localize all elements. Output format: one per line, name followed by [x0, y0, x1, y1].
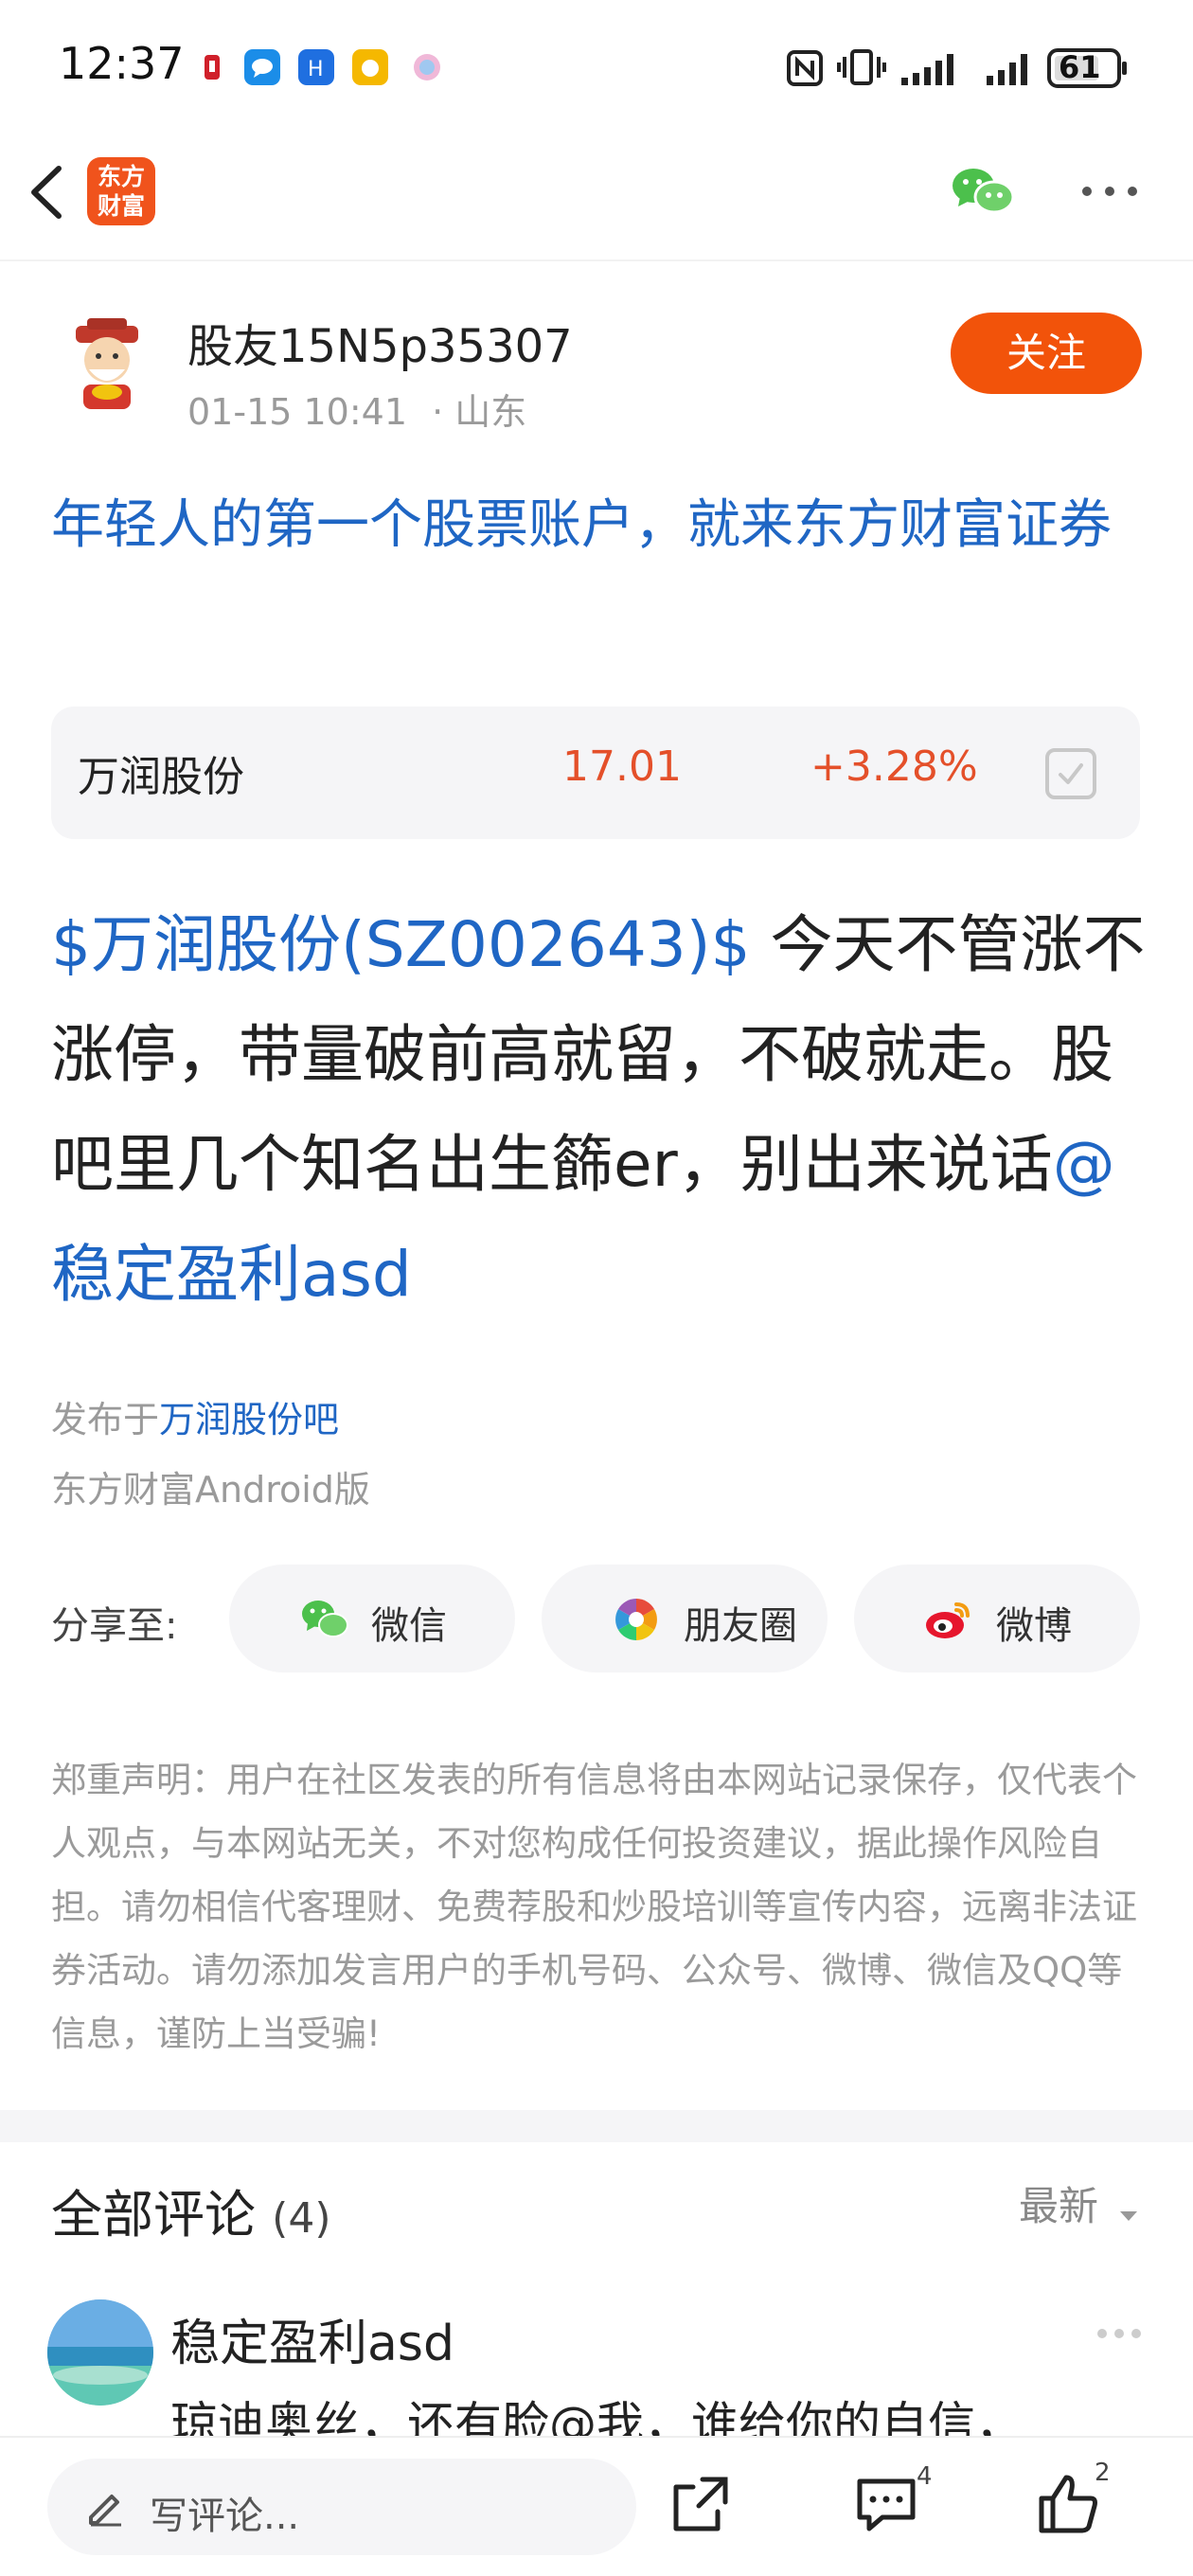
wechat-icon: [299, 1597, 348, 1642]
comment-count-badge: 4: [917, 2462, 933, 2491]
commenter-avatar[interactable]: [47, 2299, 153, 2406]
battery-level: 61: [1059, 49, 1101, 85]
stock-name: 万润股份: [78, 753, 244, 801]
svg-text:H: H: [308, 58, 324, 81]
comment-placeholder: 写评论...: [150, 2495, 300, 2538]
share-moments-button[interactable]: 朋友圈: [542, 1565, 828, 1673]
pencil-icon: [83, 2483, 127, 2527]
app-logo: 东方 财富: [87, 157, 155, 225]
follow-button[interactable]: 关注: [951, 313, 1142, 394]
comment-input[interactable]: [47, 2459, 636, 2555]
like-count-badge: 2: [1095, 2459, 1111, 2487]
moments-icon: [612, 1597, 661, 1642]
vibrate-icon: [837, 47, 886, 87]
post-time: 01-15 10:41: [187, 391, 408, 433]
section-gap: [0, 2110, 1193, 2142]
published-in: 发布于万润股份吧: [51, 1390, 339, 1442]
app-icon: [409, 49, 445, 85]
app-icon: H: [298, 49, 334, 85]
share-moments-label: 朋友圈: [684, 1604, 797, 1648]
logo-text-line2: 财富: [97, 192, 145, 220]
app-notification-icon: [193, 49, 229, 85]
disclaimer: 郑重声明：用户在社区发表的所有信息将由本网站记录保存，仅代表个人观点，与本网站无…: [51, 1760, 1137, 2054]
stock-tag-link[interactable]: $万润股份(SZ002643)$: [51, 908, 751, 981]
add-watchlist-checkbox[interactable]: [1045, 748, 1096, 799]
app-icon: [352, 49, 388, 85]
comments-header: 全部评论 (4): [51, 2173, 331, 2247]
logo-text-line1: 东方: [97, 163, 145, 190]
forum-link[interactable]: 万润股份吧: [159, 1399, 339, 1440]
nav-divider: [0, 259, 1193, 261]
comments-count: (4): [272, 2194, 331, 2243]
comments-sort-label: 最新: [1019, 2183, 1099, 2229]
share-label: 分享至:: [51, 1604, 178, 1648]
comments-title: 全部评论: [51, 2185, 256, 2245]
share-wechat-label: 微信: [371, 1604, 447, 1648]
share-weibo-label: 微博: [996, 1604, 1072, 1648]
post-body: $万润股份(SZ002643)$ 今天不管涨不涨停，带量破前高就留，不破就走。股…: [51, 890, 1149, 1330]
author-avatar[interactable]: [55, 313, 159, 417]
comment-text: 琼迪奥丝，还有脸@我，谁给你的自信，: [170, 2397, 1023, 2436]
comment-more-icon[interactable]: [1095, 2324, 1144, 2343]
share-icon[interactable]: [667, 2470, 735, 2538]
chevron-down-icon: [1118, 2186, 1139, 2232]
message-icon: [244, 49, 280, 85]
share-wechat-button[interactable]: 微信: [229, 1565, 515, 1673]
stock-change: +3.28%: [810, 742, 978, 791]
client-source: 东方财富Android版: [51, 1469, 370, 1511]
commenter-name[interactable]: 稳定盈利asd: [170, 2303, 454, 2374]
more-icon[interactable]: [1079, 180, 1140, 203]
promo-title-link[interactable]: 年轻人的第一个股票账户，就来东方财富证券: [51, 483, 1149, 568]
wechat-share-icon[interactable]: [949, 163, 1017, 220]
author-name[interactable]: 股友15N5p35307: [187, 309, 573, 375]
nfc-icon: [786, 49, 824, 87]
published-prefix: 发布于: [51, 1399, 160, 1440]
share-weibo-button[interactable]: 微博: [854, 1565, 1140, 1673]
back-icon[interactable]: [23, 159, 70, 225]
status-time: 12:37: [59, 38, 185, 89]
signal-icon: [985, 49, 1036, 87]
signal-icon: [899, 49, 964, 87]
stock-price: 17.01: [562, 742, 682, 791]
weibo-icon: [924, 1597, 973, 1642]
post-location: · 山东: [432, 391, 527, 433]
comment-icon[interactable]: [854, 2470, 922, 2538]
comments-sort-dropdown[interactable]: 最新: [1019, 2174, 1139, 2232]
post-meta: 01-15 10:41 · 山东: [187, 383, 526, 435]
